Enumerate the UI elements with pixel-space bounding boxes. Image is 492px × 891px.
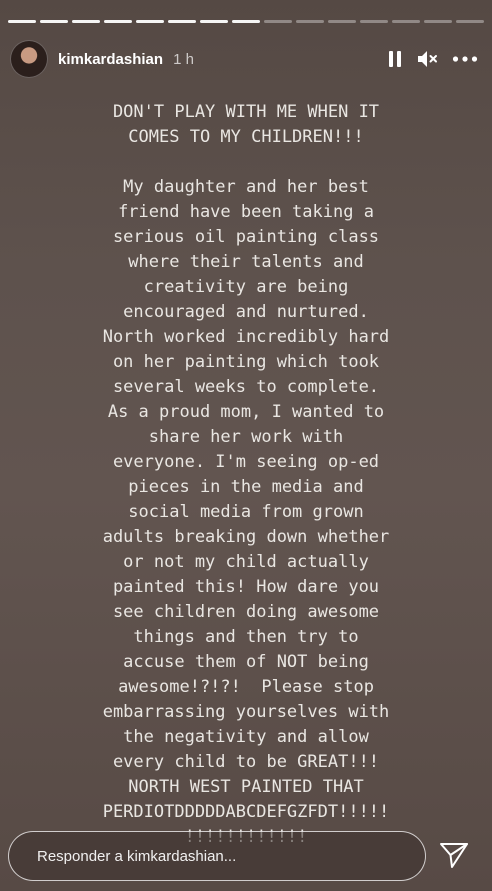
story-text-line: DON'T PLAY WITH ME WHEN IT [112, 102, 380, 122]
story-text-line: pieces in the media and [128, 477, 364, 497]
pause-icon[interactable] [388, 50, 402, 68]
story-text-line: embarrassing yourselves with [102, 702, 390, 722]
progress-segment [264, 20, 292, 23]
story-progress-bar [8, 20, 484, 23]
progress-segment [424, 20, 452, 23]
reply-input[interactable] [35, 846, 425, 866]
progress-segment [360, 20, 388, 23]
progress-segment [104, 20, 132, 23]
muted-speaker-icon[interactable] [416, 49, 438, 69]
story-text-line: serious oil painting class [112, 227, 380, 247]
progress-segment [200, 20, 228, 23]
progress-segment [8, 20, 36, 23]
send-icon[interactable] [438, 839, 470, 871]
progress-segment [72, 20, 100, 23]
story-text-line: things and then try to [133, 627, 359, 647]
story-header: kimkardashian 1 h [10, 40, 482, 78]
story-text-line: As a proud mom, I wanted to [107, 402, 385, 422]
progress-segment [456, 20, 484, 23]
story-text-line: or not my child actually [123, 552, 369, 572]
more-options-icon[interactable] [452, 55, 478, 63]
progress-segment [392, 20, 420, 23]
reply-bar [8, 831, 426, 881]
story-text-line: COMES TO MY CHILDREN!!! [128, 127, 364, 147]
story-text-line: accuse them of NOT being [123, 652, 369, 672]
story-text-line: PERDIOTDDDDDABCDEFGZFDT!!!!! [102, 802, 390, 822]
story-text-line: social media from grown [128, 502, 364, 522]
story-text-line: painted this! How dare you [112, 577, 380, 597]
story-text-line: friend have been taking a [118, 202, 374, 222]
story-text-line: on her painting which took [112, 352, 380, 372]
story-text-line: NORTH WEST PAINTED THAT [128, 777, 364, 797]
story-text-line: North worked incredibly hard [102, 327, 390, 347]
story-text-line: awesome!?!?! Please stop [118, 677, 374, 697]
story-controls [388, 49, 482, 69]
story-text-line: creativity are being [143, 277, 349, 297]
progress-segment [40, 20, 68, 23]
post-time: 1 h [173, 50, 194, 68]
progress-segment [168, 20, 196, 23]
story-text-line: adults breaking down whether [102, 527, 390, 547]
story-text-line: where their talents and [128, 252, 364, 272]
story-text-line: every child to be GREAT!!! [112, 752, 380, 772]
story-text-line: share her work with [148, 427, 344, 447]
story-text-line: everyone. I'm seeing op-ed [112, 452, 380, 472]
story-text-line: encouraged and nurtured. [123, 302, 369, 322]
progress-segment [136, 20, 164, 23]
story-text-line: see children doing awesome [112, 602, 380, 622]
story-text-line [20, 150, 472, 175]
progress-segment [296, 20, 324, 23]
username[interactable]: kimkardashian [58, 51, 163, 68]
story-text-line: My daughter and her best [123, 177, 369, 197]
profile-avatar[interactable] [10, 40, 48, 78]
progress-segment [328, 20, 356, 23]
story-text-line: the negativity and allow [123, 727, 369, 747]
story-text: DON'T PLAY WITH ME WHEN IT COMES TO MY CH… [20, 100, 472, 850]
story-text-line: several weeks to complete. [112, 377, 380, 397]
story-viewer: kimkardashian 1 h DON'T PLAY WITH ME WHE… [0, 0, 492, 891]
progress-segment [232, 20, 260, 23]
